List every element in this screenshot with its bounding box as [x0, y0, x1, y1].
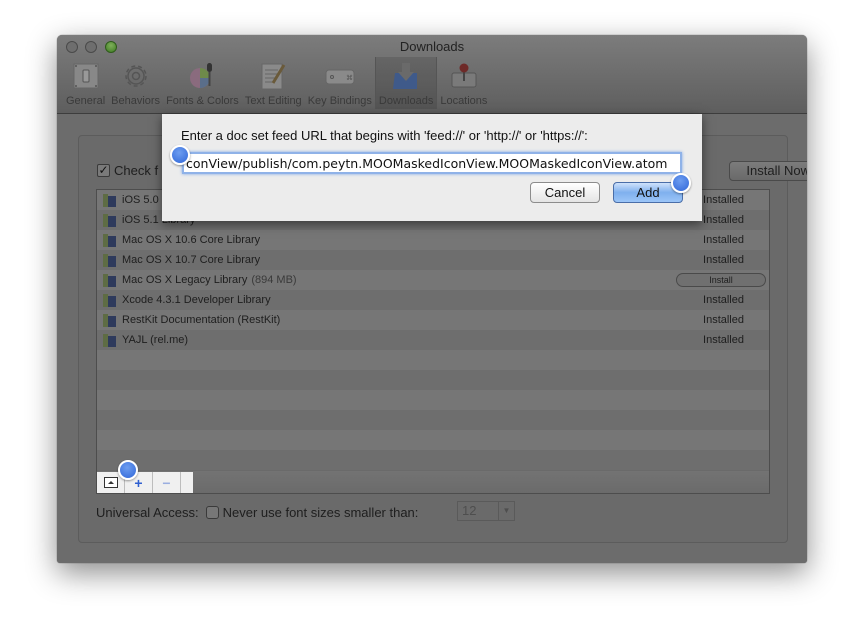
- docset-status: Installed: [703, 194, 744, 206]
- min-font-checkbox[interactable]: [205, 506, 219, 519]
- docset-name: Mac OS X 10.7 Core Library: [122, 254, 261, 266]
- click-marker-icon: [671, 173, 691, 193]
- min-font-size-value: 12: [462, 503, 477, 518]
- empty-row: [97, 430, 769, 450]
- docset-status: Installed: [703, 214, 744, 226]
- tab-label: Text Editing: [244, 95, 302, 107]
- empty-row: [97, 450, 769, 470]
- docset-name: RestKit Documentation (RestKit): [122, 314, 281, 326]
- list-item[interactable]: Mac OS X Legacy Library (894 MB) Install: [97, 270, 769, 290]
- tab-behaviors[interactable]: Behaviors: [108, 57, 163, 109]
- docset-size: (894 MB): [251, 274, 297, 286]
- feed-url-input[interactable]: [182, 152, 682, 174]
- click-marker-icon: [170, 145, 190, 165]
- eject-triangle-icon: [103, 477, 118, 488]
- download-arrow-icon: [390, 60, 422, 92]
- docset-book-icon: [103, 313, 117, 327]
- docset-book-icon: [103, 253, 117, 267]
- tab-label: Key Bindings: [307, 95, 372, 107]
- docset-book-icon: [103, 193, 117, 207]
- min-font-size-select[interactable]: 12 ▼: [457, 501, 515, 521]
- docset-name: Mac OS X 10.6 Core Library: [122, 234, 261, 246]
- preferences-toolbar: General Behaviors Fonts & Colors Text Ed…: [63, 57, 490, 111]
- tab-label: Fonts & Colors: [166, 95, 239, 107]
- color-wheel-icon: [186, 60, 218, 92]
- list-item[interactable]: RestKit Documentation (RestKit) Installe…: [97, 310, 769, 330]
- docset-name: Mac OS X Legacy Library: [122, 274, 248, 286]
- min-font-label: Never use font sizes smaller than:: [222, 505, 419, 520]
- chevron-down-icon: ▼: [498, 502, 514, 520]
- tab-label: General: [66, 95, 106, 107]
- tab-label: Behaviors: [111, 95, 161, 107]
- cancel-button[interactable]: Cancel: [530, 182, 600, 203]
- keyboard-key-icon: ⌘: [324, 60, 356, 92]
- empty-row: [97, 350, 769, 370]
- title-bar: Downloads General Behaviors Fonts & Colo…: [57, 35, 807, 114]
- docset-status: Installed: [703, 254, 744, 266]
- empty-row: [97, 410, 769, 430]
- list-footer: [96, 471, 770, 494]
- docset-name: YAJL (rel.me): [122, 334, 189, 346]
- docset-status: Installed: [703, 234, 744, 246]
- general-switch-icon: [70, 60, 102, 92]
- remove-docset-button[interactable]: −: [153, 472, 181, 493]
- docset-book-icon: [103, 333, 117, 347]
- tab-key-bindings[interactable]: ⌘ Key Bindings: [305, 57, 375, 109]
- check-updates-label: Check f: [114, 163, 159, 178]
- empty-row: [97, 390, 769, 410]
- tab-locations[interactable]: Locations: [437, 57, 490, 109]
- tab-text-editing[interactable]: Text Editing: [242, 57, 305, 109]
- docset-name: Xcode 4.3.1 Developer Library: [122, 294, 271, 306]
- window-title: Downloads: [399, 39, 465, 54]
- docset-book-icon: [103, 293, 117, 307]
- install-docset-button[interactable]: Install: [676, 273, 766, 287]
- docset-book-icon: [103, 213, 117, 227]
- svg-text:⌘: ⌘: [346, 74, 353, 82]
- joystick-drive-icon: [448, 60, 480, 92]
- click-marker-icon: [118, 460, 138, 480]
- tab-downloads[interactable]: Downloads: [374, 57, 438, 109]
- check-updates-row: ✓ Check f: [97, 163, 158, 178]
- universal-access-label: Universal Access:: [96, 505, 199, 520]
- check-updates-checkbox[interactable]: ✓: [97, 164, 110, 177]
- docsets-list: iOS 5.0 Library Installed iOS 5.1 Librar…: [96, 189, 770, 473]
- tab-label: Locations: [440, 95, 488, 107]
- list-item[interactable]: YAJL (rel.me) Installed: [97, 330, 769, 350]
- tab-label: Downloads: [378, 95, 434, 107]
- universal-access-row: Universal Access: Never use font sizes s…: [96, 505, 418, 520]
- docset-book-icon: [103, 233, 117, 247]
- list-item[interactable]: Xcode 4.3.1 Developer Library Installed: [97, 290, 769, 310]
- docset-book-icon: [103, 273, 117, 287]
- gear-icon: [120, 60, 152, 92]
- list-controls: + −: [97, 472, 193, 493]
- empty-row: [97, 370, 769, 390]
- tab-fonts-colors[interactable]: Fonts & Colors: [163, 57, 242, 109]
- docset-status: Installed: [703, 314, 744, 326]
- add-feed-sheet: Enter a doc set feed URL that begins wit…: [162, 114, 702, 221]
- document-pencil-icon: [257, 60, 289, 92]
- docset-status: Installed: [703, 294, 744, 306]
- docset-status: Installed: [703, 334, 744, 346]
- list-item[interactable]: Mac OS X 10.7 Core Library Installed: [97, 250, 769, 270]
- feed-url-prompt: Enter a doc set feed URL that begins wit…: [181, 128, 588, 143]
- list-item[interactable]: Mac OS X 10.6 Core Library Installed: [97, 230, 769, 250]
- install-now-button[interactable]: Install Now: [729, 161, 807, 181]
- tab-general[interactable]: General: [63, 57, 108, 109]
